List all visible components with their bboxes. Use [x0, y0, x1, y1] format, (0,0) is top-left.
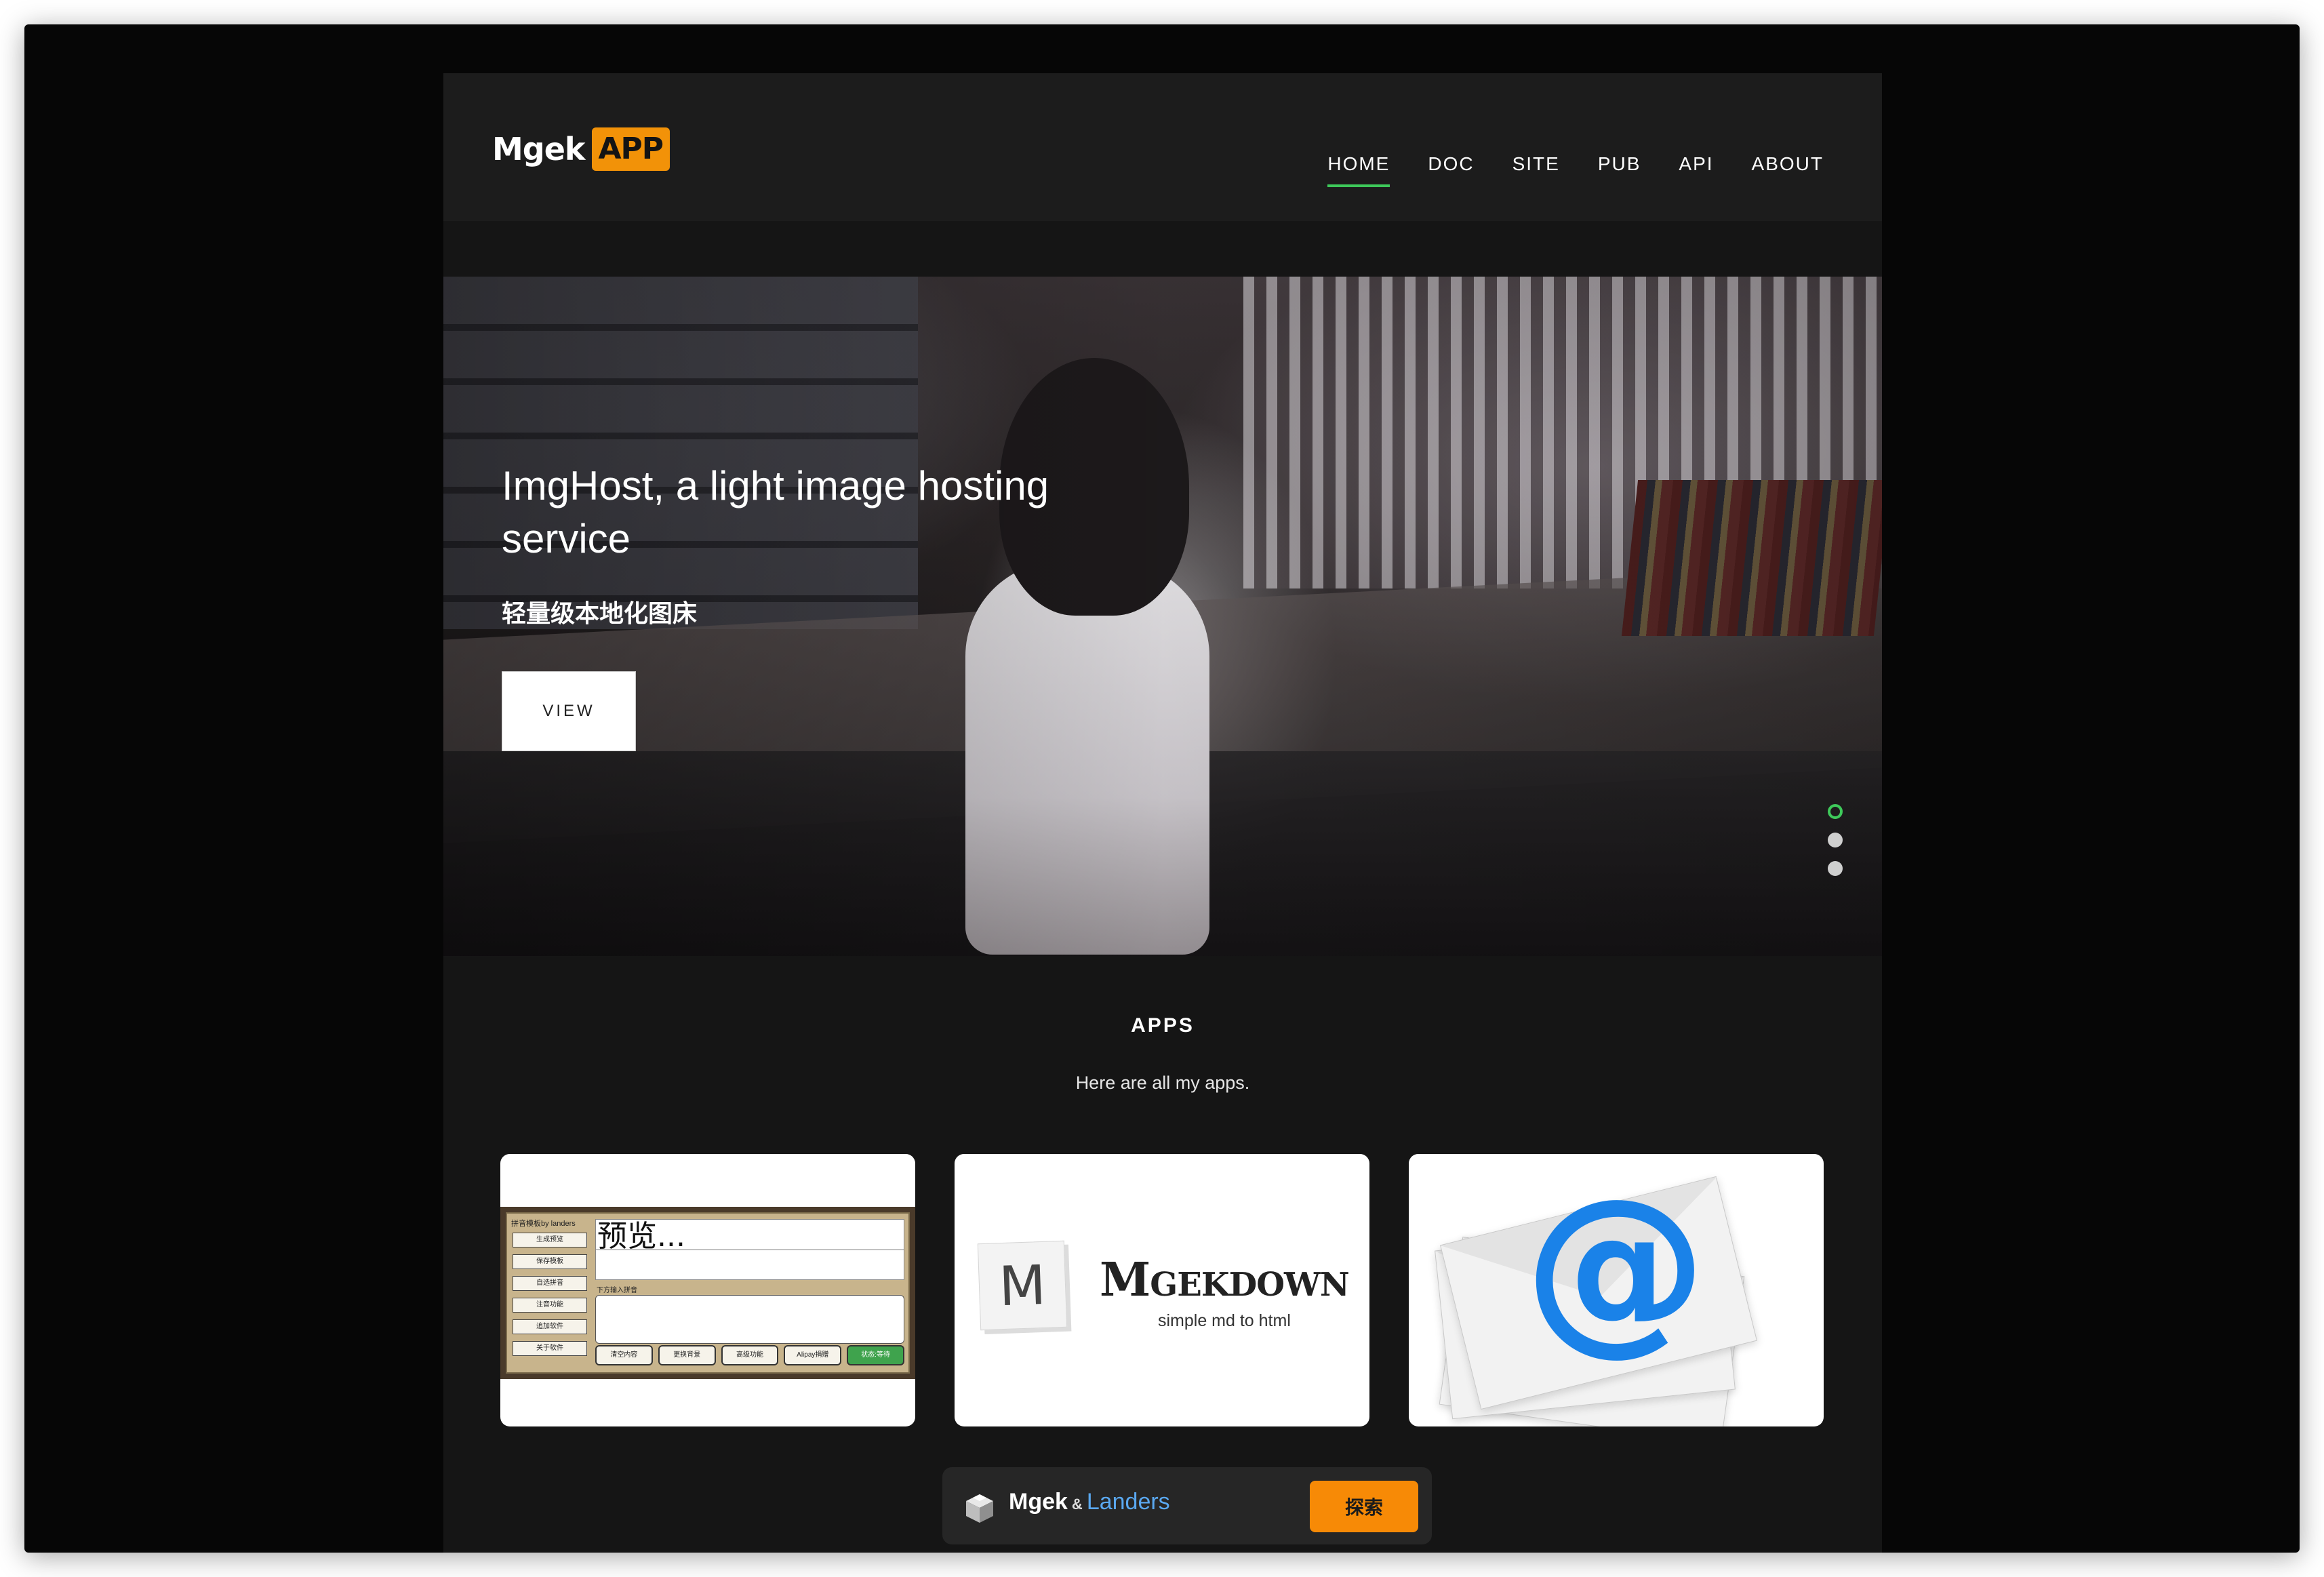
carousel-dot-3[interactable] — [1828, 861, 1843, 876]
mgekdown-tagline: simple md to html — [1158, 1311, 1291, 1330]
pinyin-tool-screenshot: 拼音模板by landers 生成预览 保存模板 自选拼音 注音功能 追加软件 … — [500, 1207, 915, 1379]
email-envelopes-icon: @ — [1409, 1154, 1824, 1426]
pinyin-tool-sidebar: 拼音模板by landers 生成预览 保存模板 自选拼音 注音功能 追加软件 … — [510, 1216, 591, 1370]
app-card-pinyin[interactable]: 拼音模板by landers 生成预览 保存模板 自选拼音 注音功能 追加软件 … — [500, 1154, 915, 1426]
view-button[interactable]: VIEW — [502, 671, 636, 751]
apps-section-title: APPS — [1131, 1014, 1195, 1037]
pinyin-input-label: 下方输入拼音 — [597, 1287, 637, 1294]
site-header: Mgek APP HOME DOC SITE PUB API ABOUT — [443, 73, 1882, 221]
logo-badge: APP — [591, 127, 670, 171]
pinyin-preview-area: 预览... — [595, 1219, 904, 1280]
cube-icon — [966, 1494, 993, 1523]
nav-site[interactable]: SITE — [1512, 153, 1560, 175]
at-sign-icon: @ — [1524, 1159, 1707, 1372]
main-nav: HOME DOC SITE PUB API ABOUT — [1327, 153, 1824, 187]
pinyin-tool-title: 拼音模板by landers — [511, 1220, 576, 1228]
pinyin-side-button: 关于软件 — [513, 1341, 587, 1356]
pinyin-side-button: 自选拼音 — [513, 1276, 587, 1291]
pinyin-side-button: 注音功能 — [513, 1298, 587, 1313]
footer-bar: Mgek & Landers 探索 — [942, 1467, 1432, 1544]
logo-text: Mgek — [492, 131, 585, 167]
mgekdown-logo: M Mgekdown simple md to html — [977, 1235, 1350, 1351]
pinyin-action-bar: 清空内容 更换背景 高级功能 Alipay捐赠 状态:等待 — [595, 1345, 904, 1365]
carousel-indicators — [1828, 804, 1843, 876]
pinyin-action-button: 清空内容 — [595, 1345, 653, 1365]
hero-carousel: ImgHost, a light image hosting service 轻… — [443, 277, 1882, 956]
nav-pub[interactable]: PUB — [1598, 153, 1641, 175]
pinyin-input-area — [595, 1295, 904, 1344]
mgekdown-name: Mgekdown — [1100, 1253, 1350, 1307]
explore-button[interactable]: 探索 — [1310, 1481, 1418, 1532]
apps-section-description: Here are all my apps. — [1075, 1073, 1250, 1093]
carousel-dot-2[interactable] — [1828, 833, 1843, 847]
footer-brand: Mgek & Landers — [1009, 1489, 1170, 1515]
nav-about[interactable]: ABOUT — [1752, 153, 1824, 175]
pinyin-tool-window: 拼音模板by landers 生成预览 保存模板 自选拼音 注音功能 追加软件 … — [506, 1212, 910, 1374]
pinyin-action-button: 更换背景 — [658, 1345, 716, 1365]
mgekdown-logo-icon: M — [977, 1240, 1068, 1331]
nav-api[interactable]: API — [1679, 153, 1713, 175]
pinyin-side-button: 追加软件 — [513, 1319, 587, 1334]
site-logo[interactable]: Mgek APP — [492, 126, 670, 172]
pinyin-preview-text: 预览... — [597, 1219, 685, 1254]
browser-window: Mgek APP HOME DOC SITE PUB API ABOUT Img… — [24, 24, 2300, 1553]
page-container: Mgek APP HOME DOC SITE PUB API ABOUT Img… — [443, 73, 1882, 1553]
app-card-mgekdown[interactable]: M Mgekdown simple md to html — [955, 1154, 1369, 1426]
pinyin-action-button: Alipay捐赠 — [784, 1345, 842, 1365]
hero-subtitle: 轻量级本地化图床 — [502, 600, 698, 628]
carousel-dot-1[interactable] — [1828, 804, 1843, 819]
pinyin-status-badge: 状态:等待 — [847, 1345, 904, 1365]
nav-home[interactable]: HOME — [1327, 153, 1390, 187]
footer-brand-name: Mgek — [1009, 1489, 1068, 1515]
hero-title: ImgHost, a light image hosting service — [502, 463, 1049, 561]
pinyin-side-button: 保存模板 — [513, 1254, 587, 1269]
app-card-mail[interactable]: @ — [1409, 1154, 1824, 1426]
pinyin-side-button: 生成预览 — [513, 1233, 587, 1247]
pinyin-action-button: 高级功能 — [721, 1345, 779, 1365]
nav-doc[interactable]: DOC — [1428, 153, 1474, 175]
footer-partner-link[interactable]: Landers — [1087, 1489, 1170, 1515]
footer-ampersand: & — [1071, 1496, 1083, 1513]
